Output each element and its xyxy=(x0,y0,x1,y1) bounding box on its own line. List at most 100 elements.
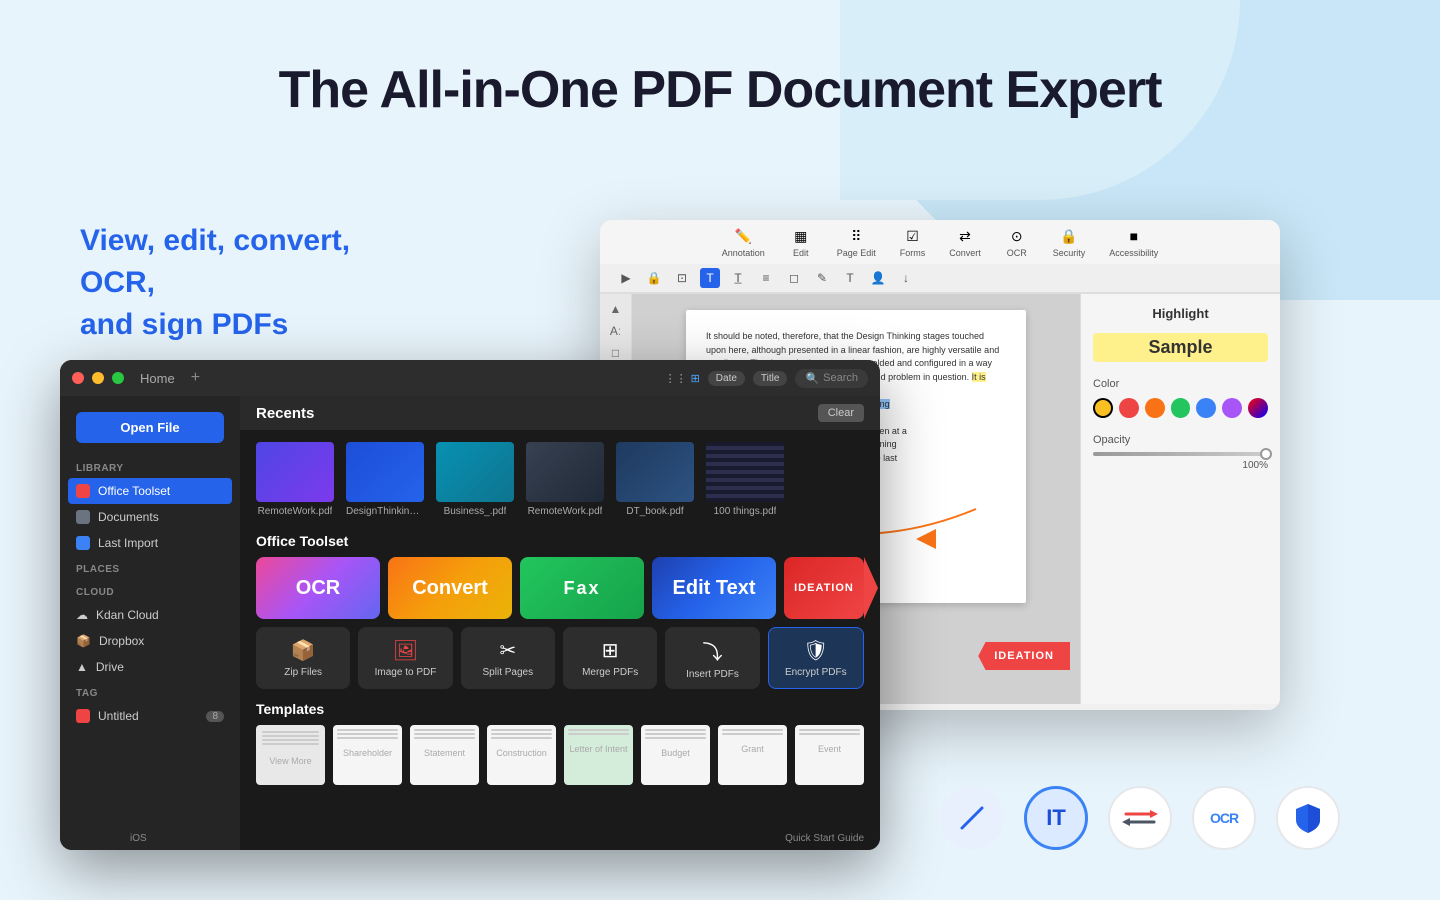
swatch-blue[interactable] xyxy=(1196,398,1216,418)
tool-zip-files[interactable]: 📦 Zip Files xyxy=(256,627,350,689)
toolbar-accessibility[interactable]: ■ Accessibility xyxy=(1109,226,1158,258)
toolbar-convert[interactable]: ⇄ Convert xyxy=(949,226,981,258)
left-bar-cursor[interactable]: ▲ xyxy=(610,302,622,316)
tools-row: 📦 Zip Files 🖼 Image to PDF ✂ Split Pages… xyxy=(240,627,880,697)
toolbar-edit[interactable]: ▦ Edit xyxy=(789,226,813,258)
sub-down[interactable]: ↓ xyxy=(896,268,916,288)
opacity-label: Opacity xyxy=(1093,434,1268,446)
recent-name-3: Business_.pdf xyxy=(444,506,507,517)
template-shareholder[interactable]: Shareholder xyxy=(333,725,402,785)
template-statement[interactable]: Statement xyxy=(410,725,479,785)
recent-item-3[interactable]: Business_.pdf xyxy=(436,442,514,517)
sidebar-item-office-toolset[interactable]: Office Toolset xyxy=(68,478,232,504)
template-shareholder-label: Shareholder xyxy=(333,748,402,758)
template-grant[interactable]: Grant xyxy=(718,725,787,785)
grid-icon[interactable]: ⊞ xyxy=(691,372,700,385)
tool-image-to-pdf[interactable]: 🖼 Image to PDF xyxy=(358,627,452,689)
sub-box[interactable]: ◻ xyxy=(784,268,804,288)
sub-strikethrough[interactable]: ≡ xyxy=(756,268,776,288)
template-letter-of-intent[interactable]: Letter of Intent xyxy=(564,725,633,785)
toolbar-ocr[interactable]: ⊙ OCR xyxy=(1005,226,1029,258)
tool-merge-pdfs[interactable]: ⊞ Merge PDFs xyxy=(563,627,657,689)
swatch-orange[interactable] xyxy=(1145,398,1165,418)
swatch-red[interactable] xyxy=(1119,398,1139,418)
tile-ocr[interactable]: OCR xyxy=(256,557,380,619)
left-bar-text[interactable]: Aː xyxy=(610,324,621,338)
title-sort[interactable]: Title xyxy=(753,371,788,386)
template-construction[interactable]: Construction xyxy=(487,725,556,785)
recent-item-1[interactable]: RemoteWork.pdf xyxy=(256,442,334,517)
recent-item-4[interactable]: RemoteWork.pdf xyxy=(526,442,604,517)
template-view-more[interactable]: View More xyxy=(256,725,325,785)
recent-item-5[interactable]: DT_book.pdf xyxy=(616,442,694,517)
sub-user[interactable]: 👤 xyxy=(868,268,888,288)
security-label: Security xyxy=(1053,248,1086,258)
recent-item-2[interactable]: DesignThinking.pdf xyxy=(346,442,424,517)
convert-bottom-icon[interactable] xyxy=(1108,786,1172,850)
search-bar[interactable]: 🔍 Search xyxy=(795,369,868,388)
tile-edittext[interactable]: Edit Text xyxy=(652,557,776,619)
tile-convert[interactable]: Convert xyxy=(388,557,512,619)
page-edit-label: Page Edit xyxy=(837,248,876,258)
tile-ideation[interactable]: IDEATION xyxy=(784,557,864,619)
tile-fax[interactable]: Fax xyxy=(520,557,644,619)
left-bar-box[interactable]: □ xyxy=(612,346,619,360)
sidebar: Open File LIBRARY Office Toolset Documen… xyxy=(60,396,240,850)
tool-encrypt-pdfs[interactable]: 🛡 Encrypt PDFs xyxy=(768,627,864,689)
quick-start[interactable]: Quick Start Guide xyxy=(785,833,864,844)
date-sort[interactable]: Date xyxy=(708,371,745,386)
toolbar-security[interactable]: 🔒 Security xyxy=(1053,226,1086,258)
sub-cursor[interactable]: ▶ xyxy=(616,268,636,288)
swatch-yellow[interactable] xyxy=(1093,398,1113,418)
tool-split-pages[interactable]: ✂ Split Pages xyxy=(461,627,555,689)
ocr-bottom-icon[interactable]: OCR xyxy=(1192,786,1256,850)
recent-thumb-4 xyxy=(526,442,604,502)
tool-insert-pdfs[interactable]: ⤵ Insert PDFs xyxy=(665,627,759,689)
swatch-purple[interactable] xyxy=(1222,398,1242,418)
sidebar-item-drive[interactable]: ▲ Drive xyxy=(60,654,240,680)
template-event[interactable]: Event xyxy=(795,725,864,785)
edit-text-bottom-icon[interactable]: IT xyxy=(1024,786,1088,850)
close-button[interactable] xyxy=(72,372,84,384)
template-statement-label: Statement xyxy=(410,748,479,758)
toolbar-forms[interactable]: ☑ Forms xyxy=(900,226,926,258)
sidebar-item-kdan-cloud[interactable]: ☁ Kdan Cloud xyxy=(60,602,240,628)
ideation-tile-label: IDEATION xyxy=(794,582,854,594)
swatch-green[interactable] xyxy=(1171,398,1191,418)
pen-bottom-icon[interactable] xyxy=(940,786,1004,850)
mac-titlebar: Home + ⋮⋮ ⊞ Date Title 🔍 Search xyxy=(60,360,880,396)
toolbar-page-edit[interactable]: ⠿ Page Edit xyxy=(837,226,876,258)
swatch-multi[interactable] xyxy=(1248,398,1268,418)
add-tab-button[interactable]: + xyxy=(191,369,200,387)
maximize-button[interactable] xyxy=(112,372,124,384)
recent-name-4: RemoteWork.pdf xyxy=(528,506,603,517)
open-file-button[interactable]: Open File xyxy=(76,412,224,443)
pdf-right-panel: Highlight Sample Color Opacity 100% xyxy=(1080,294,1280,704)
mac-content: Open File LIBRARY Office Toolset Documen… xyxy=(60,396,880,850)
shield-bottom-icon[interactable] xyxy=(1276,786,1340,850)
sub-t[interactable]: T xyxy=(840,268,860,288)
sidebar-item-dropbox[interactable]: 📦 Dropbox xyxy=(60,628,240,654)
recents-grid: RemoteWork.pdf DesignThinking.pdf Busine… xyxy=(240,430,880,529)
sub-text-underline[interactable]: T̲ xyxy=(728,268,748,288)
template-budget[interactable]: Budget xyxy=(641,725,710,785)
sidebar-item-untitled[interactable]: Untitled 8 xyxy=(60,703,240,729)
sub-pen[interactable]: ✎ xyxy=(812,268,832,288)
list-icon[interactable]: ⋮⋮ xyxy=(665,372,687,385)
tag-icon xyxy=(76,709,90,723)
grid-view-icons: ⋮⋮ ⊞ xyxy=(665,372,700,385)
opacity-slider[interactable] xyxy=(1093,452,1268,456)
toolbar-annotation[interactable]: ✏️ Annotation xyxy=(722,226,765,258)
clear-button[interactable]: Clear xyxy=(818,404,864,422)
sidebar-item-documents[interactable]: Documents xyxy=(60,504,240,530)
sub-lock[interactable]: 🔒 xyxy=(644,268,664,288)
annotation-label: Annotation xyxy=(722,248,765,258)
sub-frame[interactable]: ⊡ xyxy=(672,268,692,288)
convert-toolbar-icon: ⇄ xyxy=(953,226,977,246)
recent-item-6[interactable]: 100 things.pdf xyxy=(706,442,784,517)
template-event-label: Event xyxy=(795,744,864,754)
convert-svg xyxy=(1122,804,1158,832)
sub-text-highlight[interactable]: T xyxy=(700,268,720,288)
minimize-button[interactable] xyxy=(92,372,104,384)
sidebar-item-last-import[interactable]: Last Import xyxy=(60,530,240,556)
